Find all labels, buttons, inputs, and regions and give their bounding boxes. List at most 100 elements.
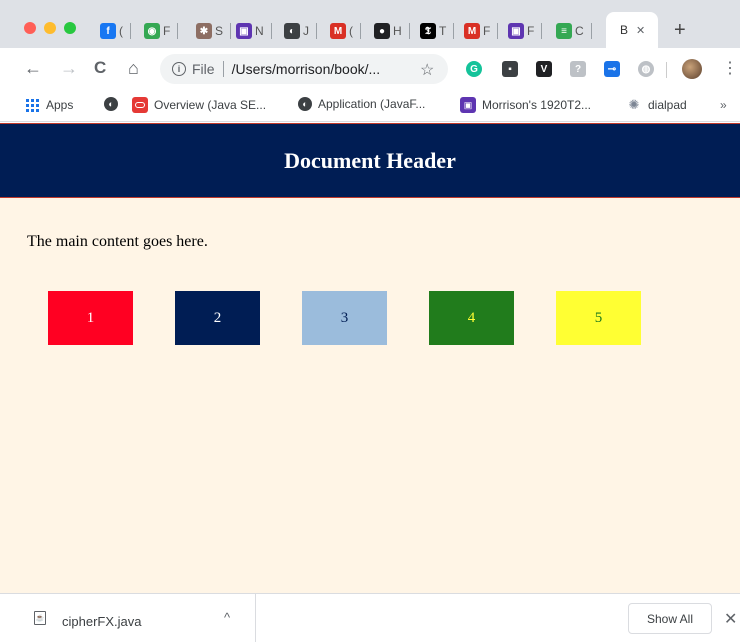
- tab-title: S: [215, 24, 224, 38]
- tab-7[interactable]: ● H: [374, 20, 410, 42]
- box-1: 1: [48, 291, 133, 345]
- facebook-icon: f: [100, 23, 116, 39]
- tab-separator: [541, 23, 543, 39]
- tab-title: C: [575, 24, 584, 38]
- tab-separator: [270, 23, 272, 39]
- toolbar-divider: [666, 62, 667, 78]
- maximize-window-button[interactable]: [64, 22, 76, 34]
- reload-button[interactable]: C: [94, 58, 106, 78]
- tab-4[interactable]: ▣ N: [236, 20, 272, 42]
- v-icon[interactable]: V: [536, 61, 552, 77]
- tab-title: F: [483, 24, 491, 38]
- coin-icon[interactable]: ◍: [638, 61, 654, 77]
- bookmark-globe[interactable]: ◐: [104, 97, 118, 111]
- bookmark-overview-java[interactable]: Overview (Java SE...: [132, 97, 266, 113]
- tab-8[interactable]: 𝕿T: [420, 20, 455, 42]
- box-5: 5: [556, 291, 641, 345]
- bug-icon: ✱: [196, 23, 212, 39]
- tab-3[interactable]: ✱ S: [196, 20, 232, 42]
- tab-separator: [360, 23, 361, 39]
- tab-separator: [316, 23, 317, 39]
- download-item[interactable]: ☕ cipherFX.java ^: [0, 594, 256, 642]
- gmail-icon: M: [330, 23, 346, 39]
- page-title: Document Header: [284, 147, 456, 173]
- minimize-window-button[interactable]: [44, 22, 56, 34]
- address-scheme: File: [192, 61, 215, 77]
- address-divider: [222, 61, 224, 77]
- home-button[interactable]: ⌂: [128, 58, 139, 78]
- bookmark-dialpad[interactable]: ✺ dialpad: [626, 97, 687, 113]
- bookmark-label: Apps: [46, 98, 74, 112]
- dark-square-icon[interactable]: ▪: [502, 61, 518, 77]
- tab-title: T: [439, 24, 447, 38]
- tab-1[interactable]: f(: [100, 20, 131, 42]
- apps-icon: [24, 97, 40, 113]
- profile-avatar[interactable]: [682, 59, 702, 79]
- info-icon[interactable]: i: [172, 62, 186, 76]
- gmail-icon: M: [464, 23, 480, 39]
- tab-title: B: [620, 23, 629, 37]
- close-shelf-icon[interactable]: ✕: [724, 609, 737, 629]
- tab-title: F: [163, 24, 171, 38]
- tab-separator: [453, 23, 455, 39]
- shield-icon[interactable]: ?: [570, 61, 586, 77]
- tab-10[interactable]: ▣ F: [508, 20, 543, 42]
- tab-title: (: [349, 24, 353, 38]
- bookmark-label: Morrison's 1920T2...: [482, 98, 592, 112]
- address-bar[interactable]: i File /Users/morrison/book/...: [160, 54, 448, 84]
- forward-button[interactable]: →: [60, 58, 78, 78]
- tab-6[interactable]: M(: [330, 20, 361, 42]
- purple-app-icon: ▣: [508, 23, 524, 39]
- tab-separator: [230, 23, 232, 39]
- new-tab-button[interactable]: +: [674, 20, 686, 40]
- tab-title: J: [303, 24, 309, 38]
- dialpad-icon: ✺: [628, 97, 640, 112]
- tab-separator: [497, 23, 499, 39]
- box-2: 2: [175, 291, 260, 345]
- download-shelf: ☕ cipherFX.java ^ Show All ✕: [0, 593, 740, 642]
- bookmarks-bar: Apps ◐ Overview (Java SE... ◐ Applicatio…: [0, 90, 740, 122]
- bookmark-label: Overview (Java SE...: [154, 98, 267, 112]
- globe-icon: ◐: [104, 97, 118, 111]
- tab-title: (: [119, 24, 123, 38]
- browser-menu-icon[interactable]: ⋮: [722, 58, 738, 78]
- bookmark-morrisons[interactable]: ▣ Morrison's 1920T2...: [460, 97, 591, 113]
- box-3: 3: [302, 291, 387, 345]
- bookmark-apps[interactable]: Apps: [24, 97, 73, 113]
- nyt-icon: 𝕿: [420, 23, 436, 39]
- tab-title: N: [255, 24, 264, 38]
- tab-5[interactable]: ◐ J: [284, 20, 317, 42]
- tab-active[interactable]: B ✕: [606, 12, 658, 48]
- purple-app-icon: ▣: [236, 23, 252, 39]
- android-icon: ◉: [144, 23, 160, 39]
- chevron-up-icon[interactable]: ^: [224, 610, 230, 625]
- bookmark-label: Application (JavaF...: [318, 97, 426, 111]
- download-file-name: cipherFX.java: [62, 614, 142, 629]
- tab-separator: [177, 23, 179, 39]
- close-window-button[interactable]: [24, 22, 36, 34]
- page-content: Document Header The main content goes he…: [0, 123, 740, 593]
- bookmark-label: dialpad: [648, 98, 687, 112]
- circle-app-icon: ●: [374, 23, 390, 39]
- back-button[interactable]: ←: [24, 58, 42, 78]
- tab-title: F: [527, 24, 535, 38]
- tab-strip: f(◉ F ✱ S ▣ N ◐ J M(● H 𝕿 T M F ▣ F ≡ C B ✕ +: [0, 0, 740, 48]
- tab-11[interactable]: ≡ C: [556, 20, 592, 42]
- tab-2[interactable]: ◉ F: [144, 20, 179, 42]
- browser-toolbar: ← → C ⌂ i File /Users/morrison/book/... …: [0, 48, 740, 90]
- close-tab-icon[interactable]: ✕: [636, 24, 645, 37]
- globe-icon: ◐: [298, 97, 312, 111]
- box-4: 4: [429, 291, 514, 345]
- toggle-icon[interactable]: ⊸: [604, 61, 620, 77]
- tab-separator: [130, 23, 131, 39]
- address-path: /Users/morrison/book/...: [231, 61, 381, 77]
- bookmark-application-javafx[interactable]: ◐ Application (JavaF...: [298, 97, 425, 111]
- tab-9[interactable]: MF: [464, 20, 499, 42]
- bookmark-star-icon[interactable]: ☆: [420, 60, 434, 80]
- globe-icon: ◐: [284, 23, 300, 39]
- oracle-icon: [132, 97, 148, 113]
- show-all-button[interactable]: Show All: [628, 603, 712, 634]
- tab-separator: [408, 23, 410, 39]
- grammarly-icon[interactable]: G: [466, 61, 482, 77]
- bookmarks-overflow-button[interactable]: »: [720, 98, 727, 112]
